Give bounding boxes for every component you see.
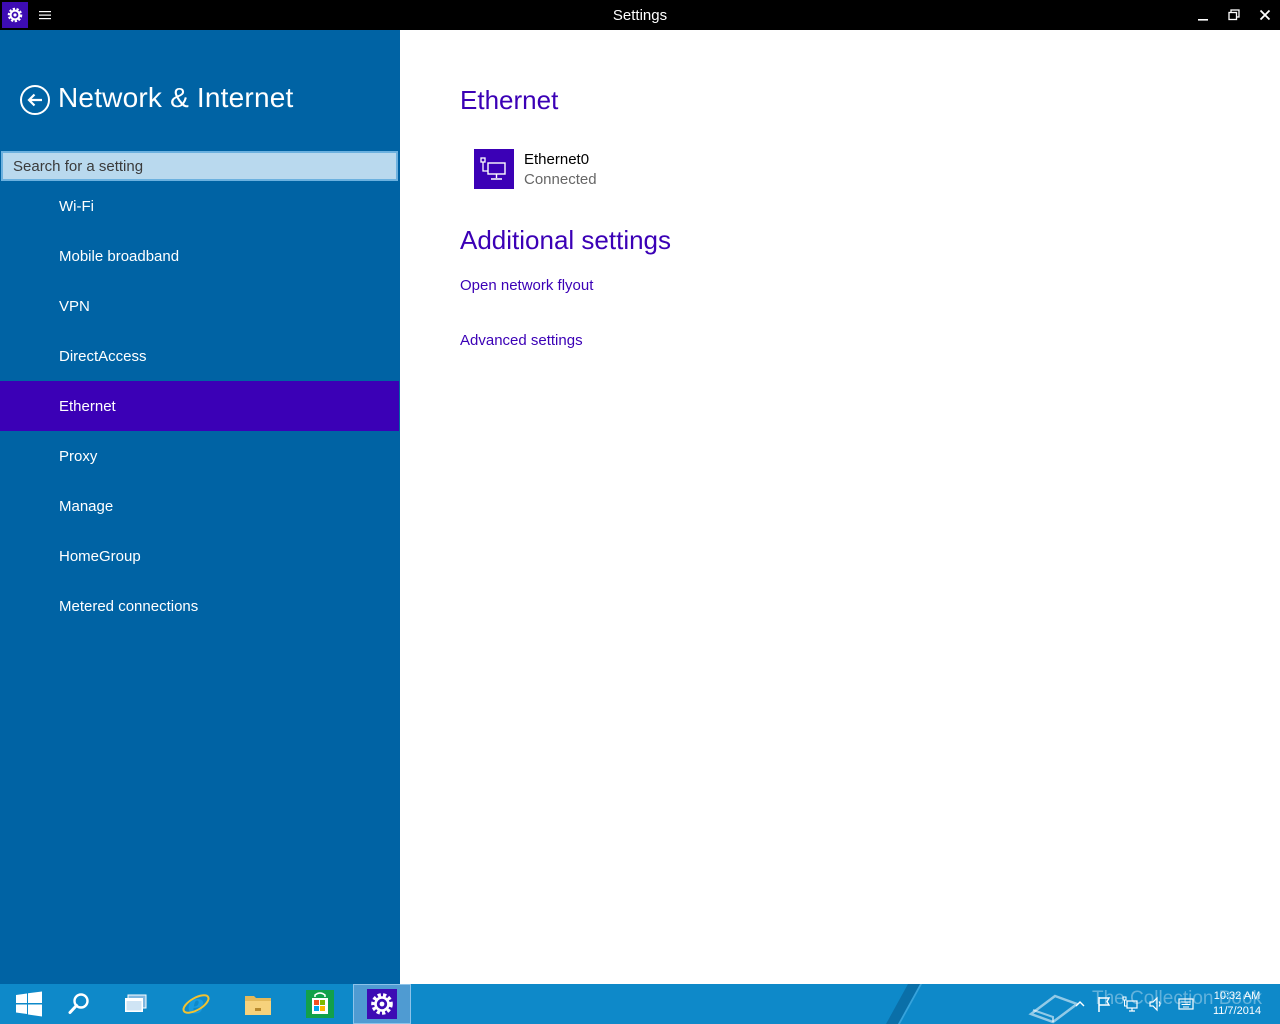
sidebar-item-vpn[interactable]: VPN — [0, 281, 399, 331]
section-title-additional-settings: Additional settings — [460, 225, 672, 255]
sidebar-item-wifi[interactable]: Wi-Fi — [0, 181, 399, 231]
clock-date: 11/7/2014 — [1212, 1005, 1262, 1017]
chevron-up-icon — [1075, 1001, 1085, 1007]
keyboard-icon — [1178, 998, 1194, 1010]
sidebar-item-proxy[interactable]: Proxy — [0, 431, 399, 481]
network-icon — [1122, 996, 1138, 1012]
store-icon — [306, 990, 334, 1018]
ethernet-icon — [480, 157, 506, 180]
svg-text:e: e — [188, 990, 205, 1019]
taskbar-clock[interactable]: 10:32 AM 11/7/2014 — [1204, 989, 1270, 1019]
settings-app-icon[interactable] — [2, 2, 28, 28]
sidebar-item-homegroup[interactable]: HomeGroup — [0, 531, 399, 581]
start-icon — [16, 991, 42, 1017]
close-icon — [1259, 9, 1270, 21]
back-button[interactable] — [19, 84, 51, 116]
search-button[interactable] — [50, 984, 108, 1024]
speaker-icon — [1149, 996, 1161, 1012]
ethernet-adapter-tile[interactable] — [474, 149, 514, 189]
sidebar-item-mobile-broadband[interactable]: Mobile broadband — [0, 231, 399, 281]
internet-explorer-button[interactable]: e — [167, 984, 225, 1024]
hamburger-icon — [39, 11, 51, 20]
gear-icon — [7, 7, 23, 23]
open-network-flyout-link[interactable]: Open network flyout — [460, 277, 593, 294]
task-view-icon — [125, 994, 147, 1012]
sidebar-item-ethernet[interactable]: Ethernet — [0, 381, 399, 431]
input-method-tray-button[interactable] — [1176, 984, 1196, 1024]
close-button[interactable] — [1249, 0, 1280, 30]
hamburger-menu-button[interactable] — [36, 7, 54, 23]
adapter-name[interactable]: Ethernet0 — [524, 151, 589, 168]
restore-icon — [1227, 9, 1240, 21]
file-explorer-button[interactable] — [229, 984, 287, 1024]
search-icon — [68, 993, 89, 1014]
network-tray-button[interactable] — [1120, 984, 1140, 1024]
section-title-ethernet: Ethernet — [460, 85, 559, 115]
advanced-settings-link[interactable]: Advanced settings — [460, 332, 583, 349]
adapter-status: Connected — [524, 171, 597, 188]
taskbar: e The Collection Book 10:32 AM 11/7/2014 — [0, 984, 1280, 1024]
internet-explorer-icon: e — [182, 990, 210, 1019]
minimize-button[interactable] — [1187, 0, 1218, 30]
action-center-tray-button[interactable] — [1094, 984, 1114, 1024]
volume-tray-button[interactable] — [1146, 984, 1166, 1024]
flag-icon — [1098, 997, 1111, 1012]
page-title: Network & Internet — [58, 82, 294, 113]
sidebar: Network & Internet Wi-Fi Mobile broadban… — [0, 30, 400, 984]
clock-time: 10:32 AM — [1213, 990, 1261, 1002]
main-content: Ethernet Ethernet0 Connected Additional … — [400, 30, 1280, 984]
settings-taskbar-button[interactable] — [353, 984, 411, 1024]
sidebar-item-metered-connections[interactable]: Metered connections — [0, 581, 399, 631]
sidebar-item-manage[interactable]: Manage — [0, 481, 399, 531]
search-input[interactable] — [1, 151, 398, 181]
file-explorer-icon — [245, 996, 271, 1015]
sidebar-item-directaccess[interactable]: DirectAccess — [0, 331, 399, 381]
minimize-icon — [1197, 19, 1208, 21]
task-view-button[interactable] — [107, 984, 165, 1024]
back-arrow-icon — [20, 85, 50, 115]
settings-nav: Wi-Fi Mobile broadband VPN DirectAccess … — [0, 181, 399, 631]
store-button[interactable] — [291, 984, 349, 1024]
title-bar: Settings — [0, 0, 1280, 30]
restore-button[interactable] — [1218, 0, 1249, 30]
taskbar-stripe-decoration — [886, 984, 922, 1024]
window-title: Settings — [612, 7, 668, 24]
settings-icon — [367, 989, 397, 1019]
show-hidden-icons-button[interactable] — [1072, 984, 1088, 1024]
